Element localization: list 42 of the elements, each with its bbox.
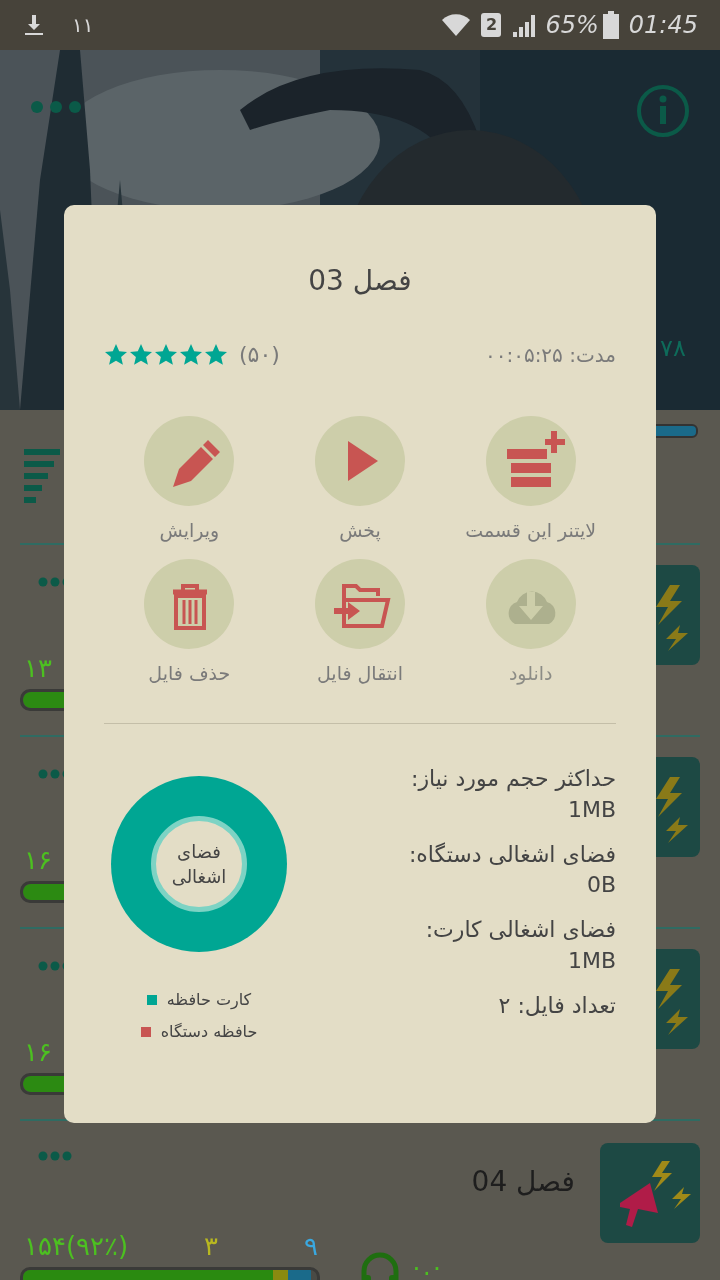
action-button[interactable]: پخش (274, 416, 446, 545)
donut-label: فضای اشغالی (170, 839, 228, 889)
legend-label: حافظه دستگاه (160, 1021, 258, 1043)
action-button[interactable]: لایتنر این قسمت (445, 416, 616, 545)
star-icon (104, 342, 129, 367)
rating-count: (۵۰) (239, 341, 280, 369)
action-button[interactable]: حذف فایل (104, 558, 275, 687)
info-label: فضای اشغالی دستگاه: (408, 840, 616, 869)
duration-text: مدت: ۰۰:۰۵:۲۵ (484, 341, 616, 369)
info-value: 1MB (567, 795, 616, 824)
episode-title: فصل 04 (471, 1164, 575, 1200)
info-label: حداکثر حجم مورد نیاز: (411, 765, 616, 794)
count-text: ۱۶ (24, 1036, 52, 1069)
star-icon (204, 342, 229, 367)
count-text: ۳ (204, 1230, 218, 1263)
count-text: ۱۵۴(۹۲٪) (24, 1230, 129, 1263)
notification-count: ۱۱ (72, 12, 94, 39)
info-value: 0B (586, 871, 616, 900)
star-icon (129, 342, 154, 367)
listen-count: ۰.۰ (410, 1252, 444, 1280)
clock: 01:45 (628, 10, 698, 41)
wifi-icon (441, 12, 472, 38)
info-icon[interactable] (636, 84, 690, 138)
star-icon (179, 342, 204, 367)
action-button[interactable]: ویرایش (104, 416, 275, 545)
battery-percent: 65% (545, 10, 599, 41)
info-label: فضای اشغالی کارت: (425, 916, 616, 945)
count-text: ۱۶ (24, 844, 52, 877)
star-icon (154, 342, 179, 367)
count-text: ۹ (304, 1230, 318, 1263)
action-button[interactable]: انتقال فایل (274, 558, 446, 687)
info-value: 1MB (567, 947, 616, 975)
info-label: تعداد فایل: ۲ (498, 991, 616, 1020)
headphones-icon (360, 1251, 400, 1280)
battery-icon (602, 11, 619, 39)
rating-text: ۷۸ (660, 333, 686, 364)
signal-icon (511, 13, 538, 37)
sim-slot-badge: 2 (481, 13, 502, 37)
dialog-title: فصل 03 (307, 263, 413, 299)
count-text: ۱۳ (24, 652, 52, 685)
download-icon (22, 13, 46, 37)
legend-label: کارت حافظه (166, 989, 252, 1011)
